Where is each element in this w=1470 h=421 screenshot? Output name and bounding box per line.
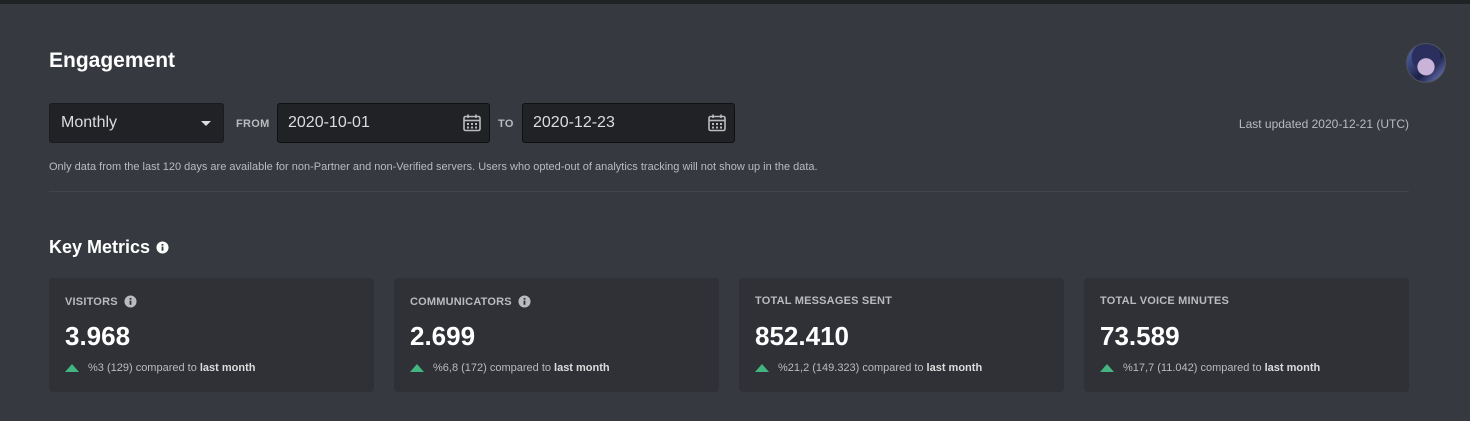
metric-change-period: last month	[1264, 362, 1321, 374]
metric-change: %6,8 (172) compared to last month	[410, 362, 610, 374]
metric-change-text: %17,7 (11.042) compared to	[1123, 362, 1262, 374]
calendar-icon[interactable]	[462, 113, 482, 133]
metric-change-period: last month	[199, 362, 256, 374]
metric-label: TOTAL MESSAGES SENT	[755, 295, 892, 307]
metric-card-total-messages: TOTAL MESSAGES SENT 852.410 %21,2 (149.3…	[739, 278, 1064, 392]
from-date-value: 2020-10-01	[288, 114, 370, 131]
interval-select-value: Monthly	[61, 114, 118, 131]
section-divider	[49, 191, 1409, 192]
metric-card-visitors: VISITORS 3.968 %3 (129) compared to last…	[49, 278, 374, 392]
metric-value: 852.410	[755, 321, 849, 351]
metric-label-text: VISITORS	[65, 295, 118, 308]
to-date-value: 2020-12-23	[533, 114, 615, 131]
metric-change-period: last month	[554, 362, 610, 374]
from-label: FROM	[236, 118, 270, 130]
trend-up-icon	[755, 364, 769, 372]
last-updated-text: Last updated 2020-12-21 (UTC)	[1238, 117, 1409, 131]
metric-value: 73.589	[1100, 321, 1180, 351]
info-icon[interactable]	[156, 241, 169, 254]
dropdown-caret-icon	[201, 121, 211, 126]
key-metrics-heading: Key Metrics	[49, 237, 169, 258]
metric-change-period: last month	[926, 362, 983, 374]
metric-change: %3 (129) compared to last month	[65, 362, 255, 374]
metric-card-voice-minutes: TOTAL VOICE MINUTES 73.589 %17,7 (11.042…	[1084, 278, 1409, 392]
metric-change: %17,7 (11.042) compared to last month	[1100, 362, 1320, 374]
user-avatar[interactable]	[1406, 43, 1446, 83]
metric-change: %21,2 (149.323) compared to last month	[755, 362, 982, 374]
info-icon[interactable]	[518, 295, 531, 308]
to-date-input[interactable]: 2020-12-23	[522, 103, 735, 143]
interval-select[interactable]: Monthly	[49, 103, 224, 143]
metric-label-text: TOTAL MESSAGES SENT	[755, 295, 893, 307]
metric-card-communicators: COMMUNICATORS 2.699 %6,8 (172) compared …	[394, 278, 719, 392]
engagement-page: Engagement Monthly FROM 2020-10-01 TO 20…	[0, 4, 1470, 421]
trend-up-icon	[65, 364, 79, 372]
trend-up-icon	[410, 364, 424, 372]
from-date-input[interactable]: 2020-10-01	[277, 103, 490, 143]
calendar-icon[interactable]	[707, 113, 727, 133]
metric-change-text: %3 (129) compared to	[88, 362, 197, 374]
metric-label-text: TOTAL VOICE MINUTES	[1100, 295, 1230, 307]
metric-value: 2.699	[410, 321, 476, 351]
metric-change-text: %21,2 (149.323) compared to	[778, 362, 924, 374]
metric-label-text: COMMUNICATORS	[410, 295, 512, 308]
key-metrics-title: Key Metrics	[49, 237, 151, 257]
trend-up-icon	[1100, 364, 1114, 372]
metric-label: COMMUNICATORS	[410, 295, 531, 308]
page-title: Engagement	[49, 49, 176, 72]
data-availability-notice: Only data from the last 120 days are ava…	[49, 161, 818, 173]
info-icon[interactable]	[124, 295, 137, 308]
to-label: TO	[498, 118, 514, 130]
metric-change-text: %6,8 (172) compared to	[433, 362, 552, 374]
metric-label: TOTAL VOICE MINUTES	[1100, 295, 1229, 307]
metric-value: 3.968	[65, 321, 131, 351]
metric-label: VISITORS	[65, 295, 137, 308]
